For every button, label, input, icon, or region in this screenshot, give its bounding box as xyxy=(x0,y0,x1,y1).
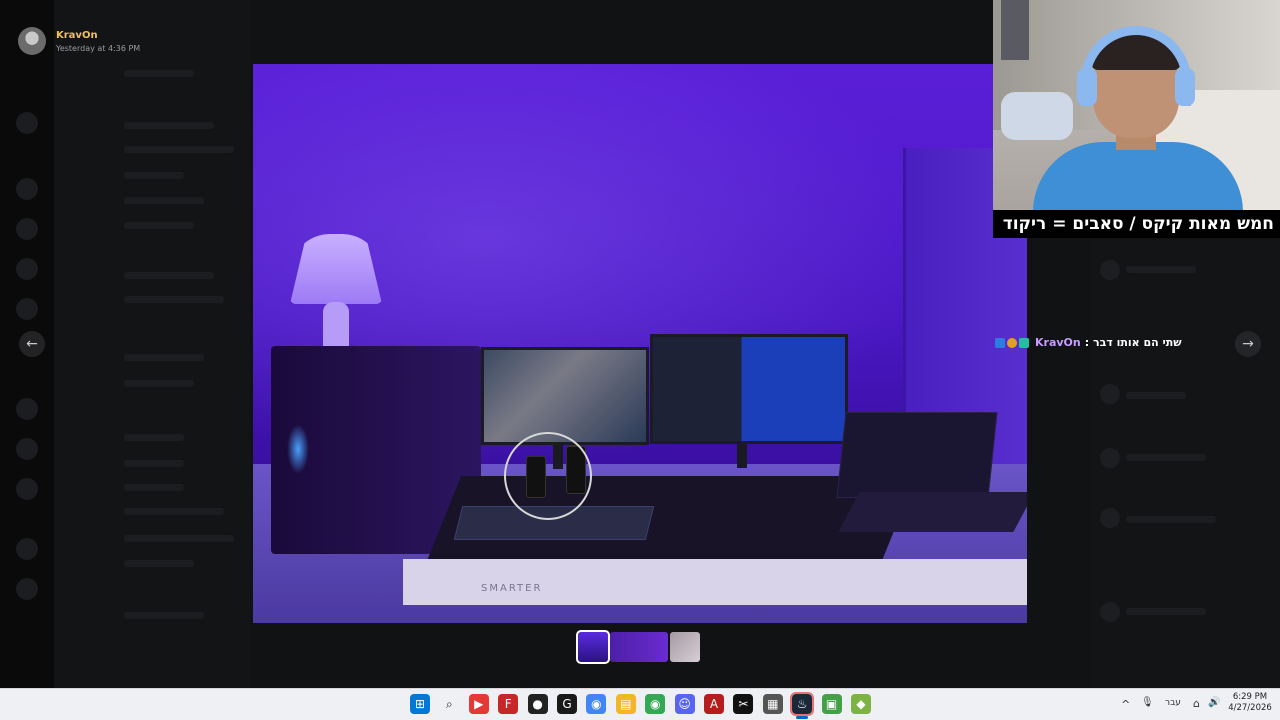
thumbnail-strip xyxy=(576,630,700,664)
arrow-right-icon: → xyxy=(1242,336,1254,352)
message-timestamp: Yesterday at 4:36 PM xyxy=(56,44,141,53)
app-bluestacks-icon[interactable]: ◆ xyxy=(851,694,871,714)
taskbar xyxy=(0,688,1280,720)
channel-item[interactable] xyxy=(124,354,204,361)
previous-image-button[interactable]: ← xyxy=(19,331,45,357)
microphone-icon[interactable]: 🎙 xyxy=(1141,697,1154,708)
server-icon[interactable] xyxy=(16,298,38,320)
file-explorer-icon[interactable]: ▤ xyxy=(615,694,636,714)
discord-icon[interactable]: ☺ xyxy=(674,694,695,714)
server-icon[interactable] xyxy=(16,218,38,240)
windows-start-icon[interactable]: ⊞ xyxy=(410,694,430,714)
tray-chevron-icon[interactable]: ^ xyxy=(1121,698,1130,711)
chrome-icon[interactable]: ◉ xyxy=(586,694,607,714)
arrow-left-icon: ← xyxy=(26,336,38,352)
server-icon[interactable] xyxy=(16,178,38,200)
app-green-icon[interactable]: ▣ xyxy=(821,694,842,714)
app-grid-icon[interactable]: ▦ xyxy=(762,694,783,714)
thumbnail-1[interactable] xyxy=(576,630,610,664)
thumbnail-3[interactable] xyxy=(670,632,700,662)
stream-goal-text: חמש מאות קיקס / סאבים = ריקוד xyxy=(993,210,1280,238)
clock-time: 6:29 PM xyxy=(1232,692,1268,702)
chat-text: שתי הם אותו דבר : xyxy=(1084,336,1182,349)
screen: KravOn Yesterday at 4:36 PM ← → SMARTER xyxy=(0,0,1280,720)
channel-item[interactable] xyxy=(124,612,204,619)
badge-icon xyxy=(1019,338,1029,348)
channel-item[interactable] xyxy=(124,296,224,303)
badge-icon xyxy=(995,338,1005,348)
author-name[interactable]: KravOn xyxy=(56,30,98,41)
channel-item[interactable] xyxy=(124,460,184,467)
thumbnail-2[interactable] xyxy=(610,632,668,662)
channel-item[interactable] xyxy=(124,535,234,542)
steam-icon[interactable]: ♨ xyxy=(790,692,815,716)
server-icon[interactable] xyxy=(16,438,38,460)
server-icon[interactable] xyxy=(16,478,38,500)
server-icon[interactable] xyxy=(16,258,38,280)
clock-date: 4/27/2026 xyxy=(1228,703,1272,713)
app-capcut-icon[interactable]: ✂ xyxy=(733,694,754,714)
server-icon[interactable] xyxy=(16,538,38,560)
app-black-icon[interactable]: ● xyxy=(527,694,548,714)
laptop xyxy=(836,412,998,498)
channel-item[interactable] xyxy=(124,197,204,204)
channel-item[interactable] xyxy=(124,508,224,515)
taskbar-clock[interactable]: 6:29 PM 4/27/2026 xyxy=(1228,692,1272,714)
server-icon[interactable] xyxy=(16,578,38,600)
active-app-indicator xyxy=(796,716,809,719)
monitor-right xyxy=(650,334,848,444)
channel-item[interactable] xyxy=(124,434,184,441)
app-a-icon[interactable]: A xyxy=(704,694,724,714)
author-avatar[interactable] xyxy=(18,27,46,55)
image-viewer-photo[interactable]: SMARTER xyxy=(253,64,1027,623)
volume-icon[interactable]: 🔊 xyxy=(1208,697,1220,708)
member-list xyxy=(1090,240,1280,688)
desk-brand-label: SMARTER xyxy=(481,583,543,594)
stream-chat-message: KravOn שתי הם אותו דבר : xyxy=(995,336,1182,350)
channel-item[interactable] xyxy=(124,222,194,229)
webcam-overlay xyxy=(993,0,1280,210)
channel-item[interactable] xyxy=(124,484,184,491)
server-icon[interactable] xyxy=(16,398,38,420)
app-g-icon[interactable]: G xyxy=(557,694,577,714)
app-red-icon[interactable]: ▶ xyxy=(468,694,489,714)
channel-list xyxy=(54,0,250,688)
server-icon[interactable] xyxy=(16,112,38,134)
channel-item[interactable] xyxy=(124,70,194,77)
search-icon[interactable]: ⌕ xyxy=(439,694,460,714)
chrome-2-icon[interactable]: ◉ xyxy=(645,694,666,714)
next-image-button[interactable]: → xyxy=(1235,331,1261,357)
app-dark-red-icon[interactable]: F xyxy=(498,694,519,714)
monitor-left xyxy=(481,347,649,445)
channel-item[interactable] xyxy=(124,122,214,129)
channel-item[interactable] xyxy=(124,272,214,279)
chat-username: KravOn xyxy=(1035,336,1081,349)
cursor-highlight xyxy=(504,432,592,520)
badge-icon xyxy=(1007,338,1017,348)
wifi-icon[interactable]: ⌂ xyxy=(1193,697,1200,710)
channel-item[interactable] xyxy=(124,172,184,179)
language-indicator[interactable]: עבר xyxy=(1165,698,1181,708)
channel-item[interactable] xyxy=(124,560,194,567)
channel-item[interactable] xyxy=(124,380,194,387)
channel-item[interactable] xyxy=(124,146,234,153)
